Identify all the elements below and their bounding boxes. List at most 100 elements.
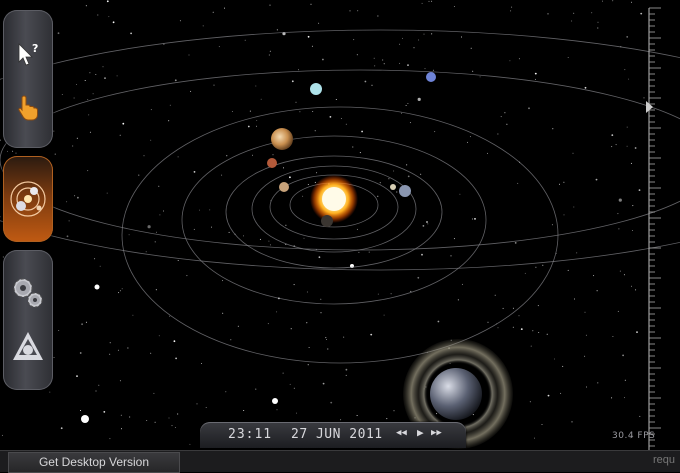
star bbox=[320, 312, 322, 314]
star bbox=[357, 10, 359, 12]
star bbox=[121, 288, 123, 290]
star bbox=[487, 152, 488, 154]
star bbox=[310, 3, 312, 5]
get-desktop-version-button[interactable]: Get Desktop Version bbox=[8, 452, 180, 473]
star bbox=[193, 228, 195, 230]
star bbox=[611, 397, 613, 399]
planet-mercury[interactable] bbox=[321, 215, 333, 227]
star bbox=[308, 347, 310, 348]
star bbox=[602, 0, 603, 2]
planet-saturn[interactable] bbox=[430, 368, 482, 420]
fps-counter: 30.4 FPS bbox=[612, 431, 656, 441]
star bbox=[576, 252, 578, 254]
solar-system-view-button[interactable] bbox=[3, 174, 53, 224]
star bbox=[494, 294, 496, 296]
star bbox=[150, 109, 152, 111]
play-button[interactable]: ▶ bbox=[417, 426, 424, 439]
star bbox=[109, 342, 111, 344]
star bbox=[298, 69, 299, 71]
planet-uranus[interactable] bbox=[310, 83, 322, 95]
star bbox=[58, 330, 60, 331]
star bbox=[450, 255, 452, 257]
fast-forward-button[interactable]: ▶▶ bbox=[431, 428, 442, 438]
star bbox=[61, 94, 63, 95]
hand-tool-button[interactable] bbox=[3, 82, 53, 132]
solar-system-viewport[interactable] bbox=[0, 0, 680, 450]
star bbox=[84, 80, 86, 81]
star bbox=[596, 290, 598, 292]
star bbox=[532, 330, 534, 332]
star bbox=[177, 260, 179, 261]
star bbox=[87, 170, 89, 172]
star bbox=[410, 290, 412, 292]
time-control-bar: 23:11 27 JUN 2011 ◀◀ ▶ ▶▶ bbox=[200, 422, 466, 448]
star bbox=[119, 290, 121, 292]
star bbox=[330, 401, 333, 404]
star bbox=[537, 305, 539, 307]
star bbox=[171, 425, 173, 427]
star bbox=[428, 0, 430, 2]
star bbox=[574, 298, 575, 300]
star bbox=[145, 251, 147, 253]
star bbox=[193, 171, 196, 173]
star bbox=[586, 386, 587, 388]
star bbox=[117, 349, 119, 351]
star bbox=[434, 131, 436, 133]
orbit-uranus bbox=[0, 69, 680, 251]
logo-button[interactable] bbox=[3, 322, 53, 372]
star bbox=[102, 66, 104, 68]
star bbox=[76, 375, 78, 377]
star bbox=[119, 134, 121, 136]
star bbox=[249, 110, 251, 112]
svg-text:?: ? bbox=[32, 42, 38, 55]
star bbox=[534, 437, 535, 439]
star bbox=[399, 62, 401, 64]
star bbox=[617, 213, 619, 215]
star bbox=[88, 114, 90, 116]
date-display[interactable]: 27 JUN 2011 bbox=[291, 427, 383, 442]
star bbox=[221, 174, 223, 176]
settings-button[interactable] bbox=[3, 268, 53, 318]
planet-neptune[interactable] bbox=[426, 72, 436, 82]
star bbox=[92, 93, 94, 95]
planet-earth[interactable] bbox=[399, 185, 411, 197]
star bbox=[418, 39, 420, 41]
star bbox=[179, 20, 181, 22]
star bbox=[343, 336, 345, 338]
planet-jupiter[interactable] bbox=[271, 128, 293, 150]
star bbox=[567, 269, 569, 271]
star bbox=[106, 192, 108, 194]
star bbox=[567, 57, 569, 58]
star bbox=[154, 421, 156, 423]
star bbox=[504, 112, 506, 114]
star bbox=[399, 43, 401, 45]
star bbox=[571, 421, 573, 423]
star bbox=[57, 32, 60, 35]
star bbox=[356, 415, 358, 416]
star bbox=[53, 357, 55, 358]
star bbox=[352, 146, 354, 148]
rewind-button[interactable]: ◀◀ bbox=[396, 428, 407, 438]
space-canvas[interactable] bbox=[0, 0, 680, 450]
star bbox=[472, 70, 474, 72]
help-cursor-button[interactable]: ? bbox=[3, 30, 53, 80]
star bbox=[374, 65, 376, 67]
star bbox=[79, 352, 82, 354]
planet-venus[interactable] bbox=[390, 184, 396, 190]
star bbox=[312, 111, 314, 112]
star bbox=[269, 244, 271, 246]
star bbox=[386, 418, 388, 420]
star bbox=[407, 64, 409, 66]
star bbox=[417, 97, 421, 101]
star bbox=[276, 409, 278, 411]
star bbox=[421, 253, 423, 256]
star bbox=[383, 314, 385, 316]
zoom-ruler[interactable] bbox=[646, 0, 666, 450]
arrow-question-icon: ? bbox=[18, 42, 38, 66]
star bbox=[624, 69, 626, 71]
planet-mars[interactable] bbox=[279, 182, 289, 192]
star bbox=[427, 223, 429, 225]
star bbox=[506, 123, 508, 125]
star bbox=[396, 191, 398, 193]
star bbox=[188, 54, 190, 56]
